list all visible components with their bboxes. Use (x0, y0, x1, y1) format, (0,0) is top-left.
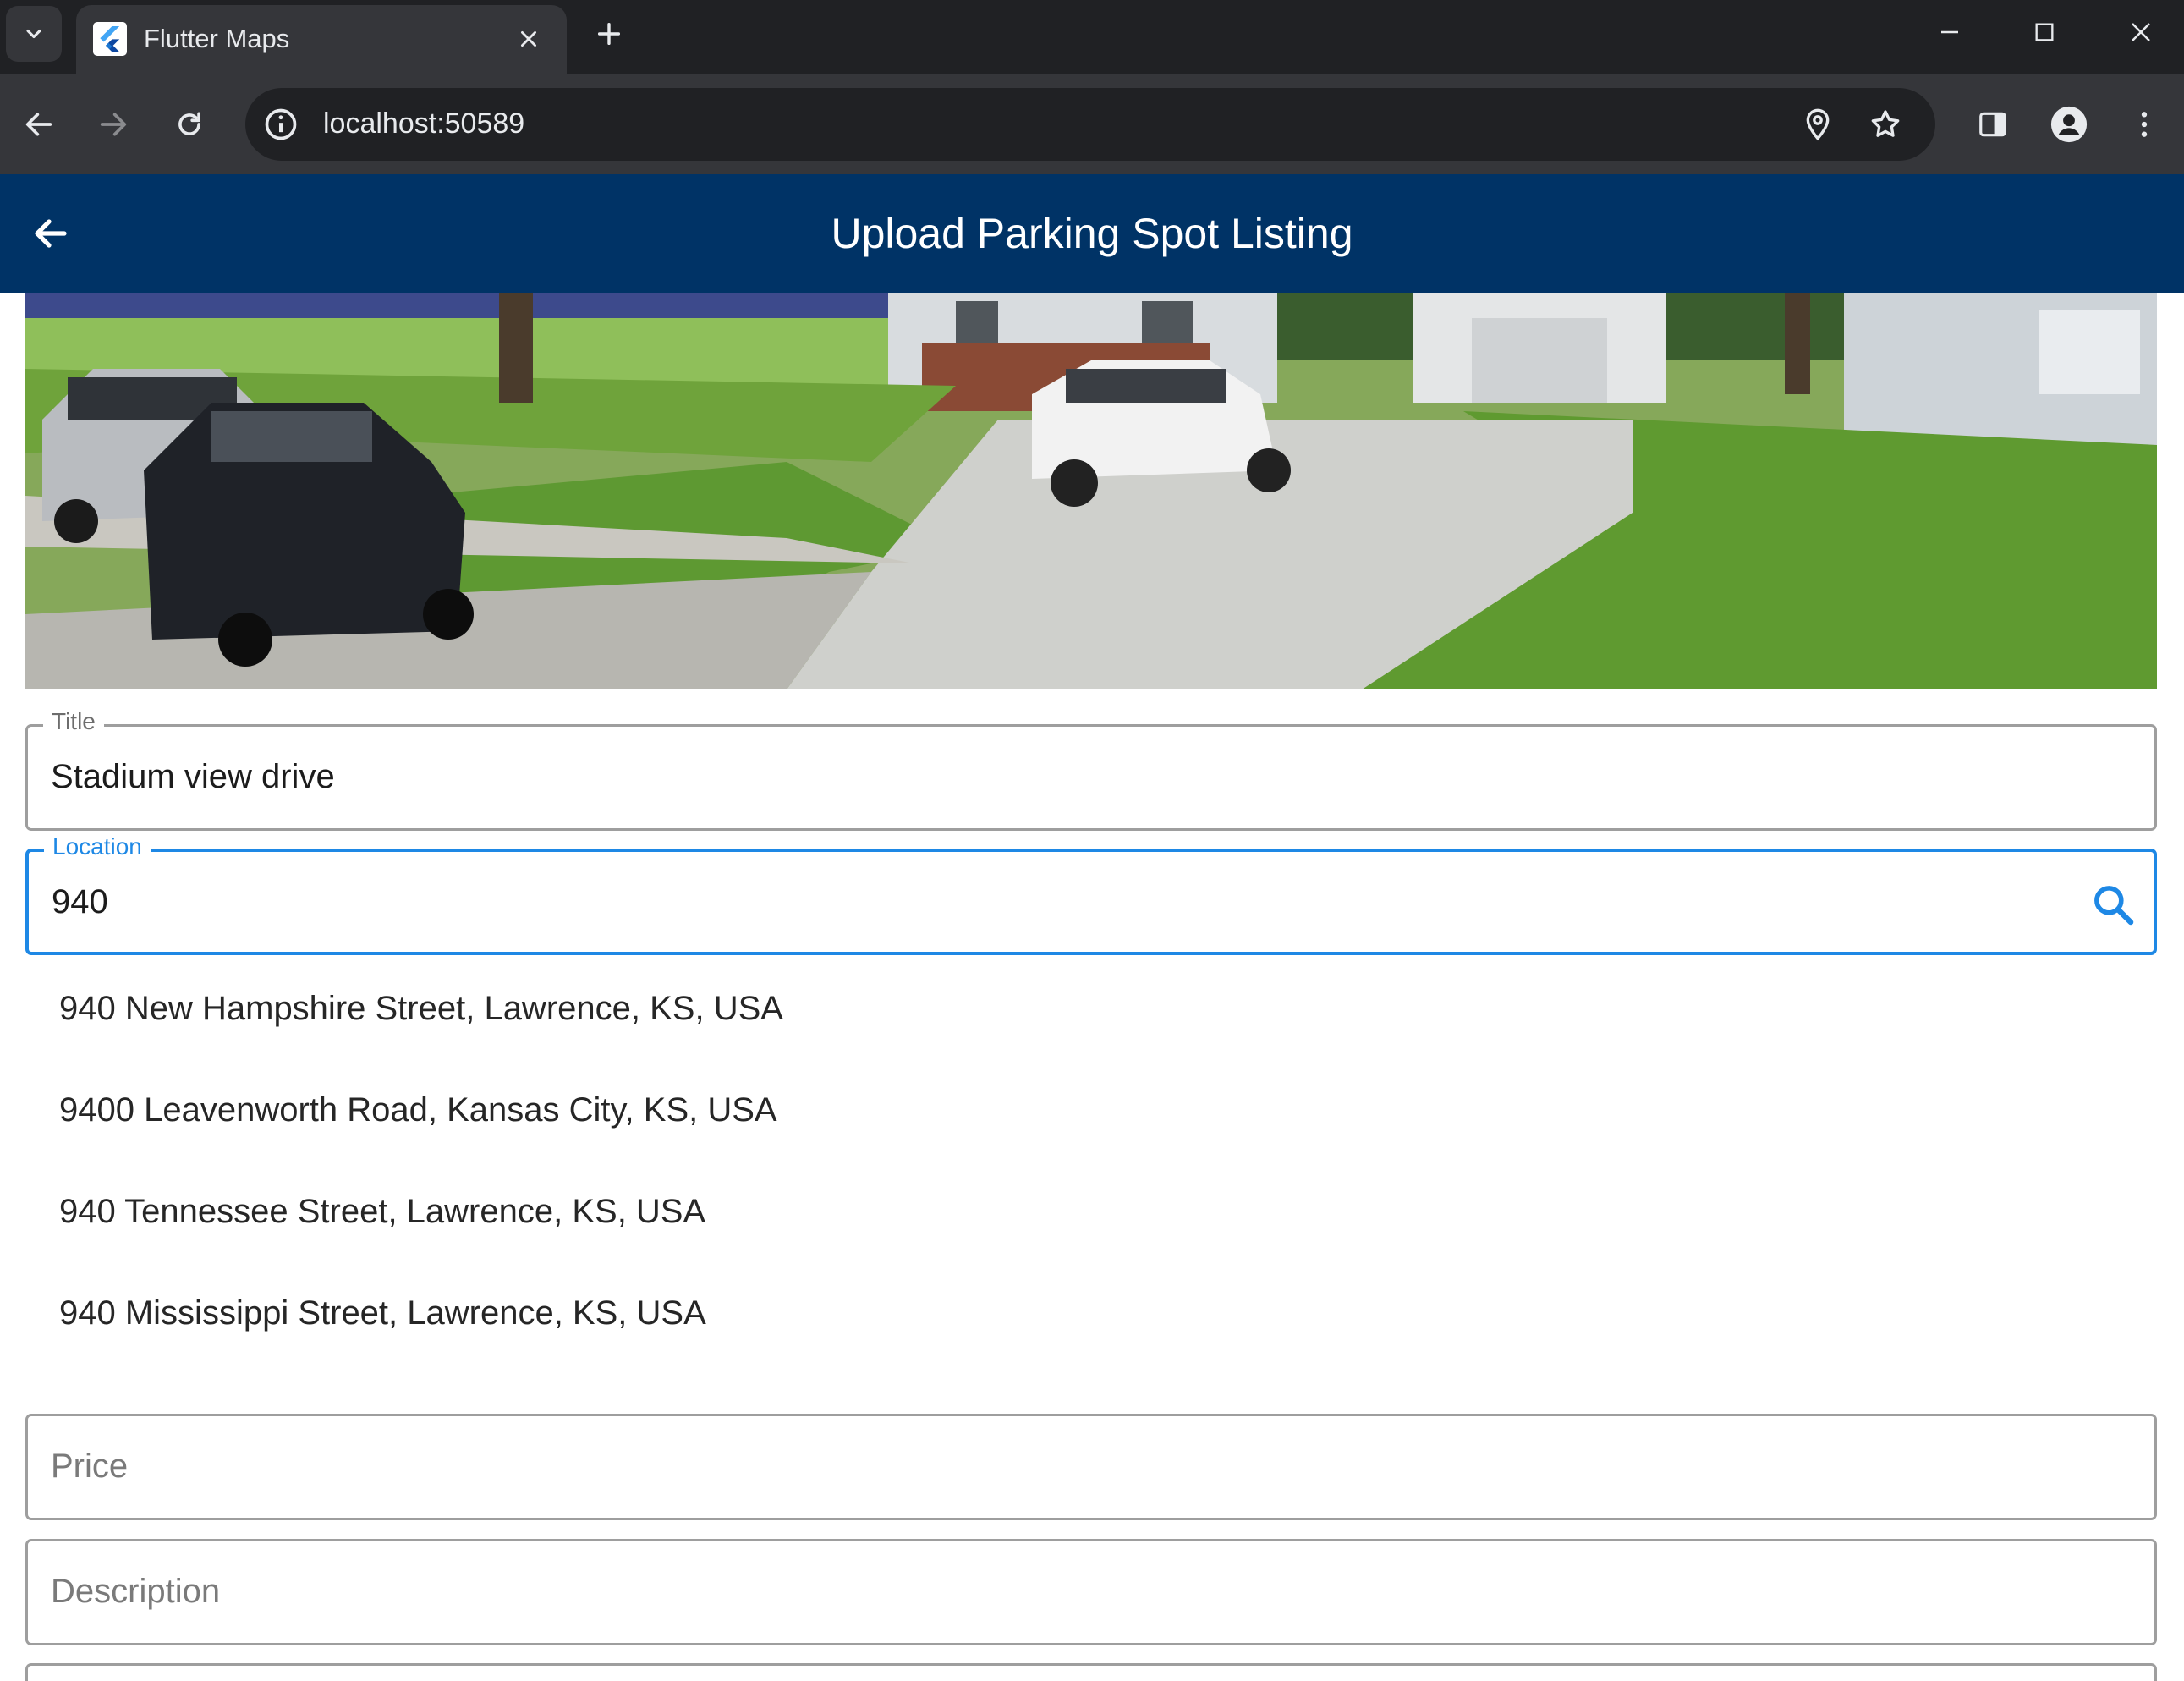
price-field-placeholder: Price (51, 1448, 129, 1485)
suggestion-item[interactable]: 940 Tennessee Street, Lawrence, KS, USA (25, 1161, 2157, 1262)
side-panel-button[interactable] (1967, 99, 2018, 150)
location-suggestions-list: 940 New Hampshire Street, Lawrence, KS, … (25, 958, 2157, 1364)
next-field-partial[interactable] (25, 1663, 2157, 1681)
tab-close-button[interactable] (512, 22, 546, 56)
price-field[interactable]: Price (25, 1414, 2157, 1520)
window-close-button[interactable] (2111, 8, 2170, 56)
app-bar: Upload Parking Spot Listing (0, 174, 2184, 293)
chevron-down-icon (26, 29, 41, 39)
url-text[interactable]: localhost:50589 (323, 107, 524, 140)
parking-spot-photo (25, 293, 2157, 689)
location-field-label: Location (44, 833, 151, 860)
maximize-icon (2035, 23, 2054, 41)
title-field-label: Title (43, 708, 104, 735)
title-field-value[interactable]: Stadium view drive (51, 758, 335, 796)
arrow-right-icon (100, 113, 127, 136)
description-field-placeholder: Description (51, 1573, 221, 1610)
parking-spot-photo-icon (25, 293, 2157, 689)
back-button[interactable] (14, 99, 64, 150)
new-tab-button[interactable] (590, 15, 628, 52)
browser-toolbar: localhost:50589 (0, 74, 2184, 174)
suggestion-item[interactable]: 940 Mississippi Street, Lawrence, KS, US… (25, 1262, 2157, 1364)
browser-tab-active[interactable]: Flutter Maps (76, 5, 567, 74)
forward-button[interactable] (88, 99, 139, 150)
browser-tab-strip: Flutter Maps (0, 0, 2184, 74)
avatar-icon (2050, 106, 2088, 143)
location-field-value[interactable]: 940 (52, 883, 108, 921)
plus-icon (597, 22, 621, 46)
arrow-left-icon (25, 113, 52, 136)
location-pin-icon (1806, 108, 1830, 141)
page-title: Upload Parking Spot Listing (831, 210, 1353, 257)
side-panel-icon (1979, 112, 2006, 137)
maximize-button[interactable] (2015, 8, 2074, 56)
tab-search-button[interactable] (6, 6, 62, 62)
flutter-logo-icon (93, 22, 127, 56)
minimize-icon (1941, 30, 1958, 34)
profile-button[interactable] (2044, 99, 2094, 150)
suggestion-item[interactable]: 940 New Hampshire Street, Lawrence, KS, … (25, 958, 2157, 1059)
app-back-button[interactable] (25, 208, 76, 259)
bookmark-star-button[interactable] (1866, 105, 1905, 144)
minimize-button[interactable] (1920, 8, 1979, 56)
tab-title: Flutter Maps (144, 24, 290, 53)
info-icon[interactable] (262, 106, 299, 143)
star-icon (1871, 110, 1900, 137)
reload-button[interactable] (164, 99, 215, 150)
close-icon (2132, 23, 2150, 41)
title-field[interactable]: Title Stadium view drive (25, 708, 2157, 831)
arrow-back-icon (35, 219, 67, 248)
suggestion-item[interactable]: 9400 Leavenworth Road, Kansas City, KS, … (25, 1059, 2157, 1161)
more-vert-icon (2141, 112, 2148, 137)
reload-icon (178, 112, 200, 135)
browser-menu-button[interactable] (2119, 99, 2170, 150)
close-icon (521, 31, 536, 47)
address-bar[interactable]: localhost:50589 (245, 88, 1935, 161)
search-icon[interactable] (2089, 881, 2137, 928)
description-field[interactable]: Description (25, 1539, 2157, 1645)
location-pin-button[interactable] (1798, 105, 1837, 144)
location-field[interactable]: Location 940 (25, 833, 2157, 955)
